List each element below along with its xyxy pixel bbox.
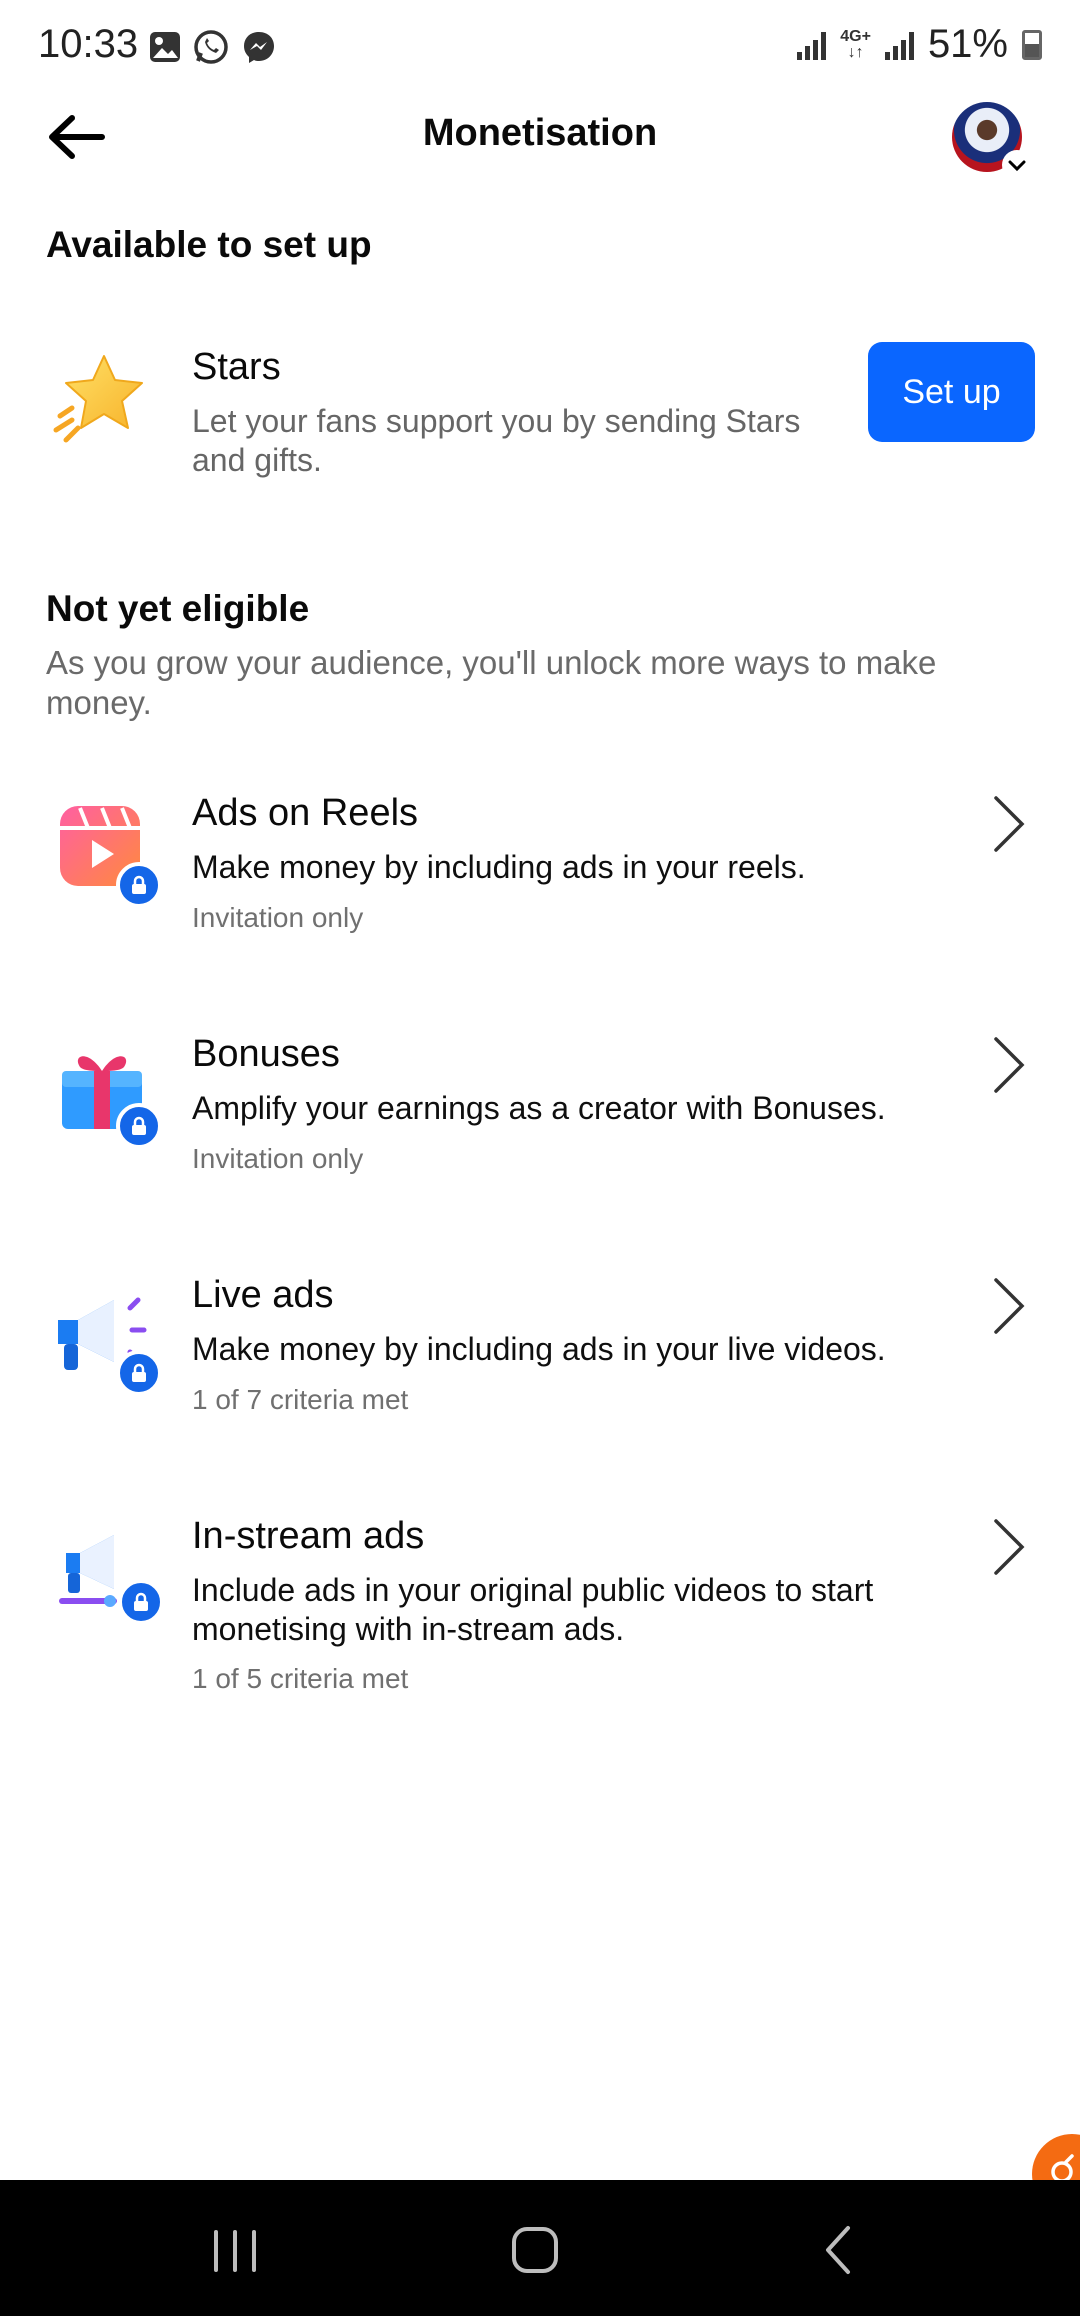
recents-icon xyxy=(214,2230,256,2272)
chevron-down-icon xyxy=(1002,150,1032,180)
lock-icon xyxy=(118,1579,164,1625)
in-stream-ads-meta: 1 of 5 criteria met xyxy=(192,1663,409,1694)
lock-icon xyxy=(116,1103,162,1149)
chevron-right-icon xyxy=(988,1517,1028,1577)
signal-icon-2 xyxy=(884,30,914,60)
live-ads-description: Make money by including ads in your live… xyxy=(192,1331,886,1367)
notification-icons xyxy=(148,28,278,66)
account-switcher[interactable] xyxy=(952,102,1032,180)
system-navigation-bar xyxy=(0,2180,1080,2316)
star-icon xyxy=(52,350,148,446)
list-item-in-stream-ads[interactable]: In-stream ads Include ads in your origin… xyxy=(0,1493,1080,1733)
whatsapp-icon xyxy=(194,30,228,64)
battery-icon xyxy=(1022,29,1042,60)
gallery-icon xyxy=(150,32,180,62)
chevron-right-icon xyxy=(988,1035,1028,1095)
bonuses-title: Bonuses xyxy=(192,1033,340,1075)
gift-icon xyxy=(58,1041,162,1149)
instream-megaphone-icon xyxy=(58,1527,164,1625)
chevron-right-icon xyxy=(988,794,1028,854)
status-right: 4G+ ↓↑ 51% xyxy=(797,22,1042,67)
in-stream-ads-description: Include ads in your original public vide… xyxy=(192,1572,874,1647)
ads-on-reels-title: Ads on Reels xyxy=(192,792,419,834)
messenger-icon xyxy=(244,32,274,63)
not-eligible-heading: Not yet eligible xyxy=(46,588,310,629)
recent-apps-button[interactable] xyxy=(200,2220,270,2280)
in-stream-ads-title: In-stream ads xyxy=(192,1515,425,1557)
battery-percent: 51% xyxy=(927,22,1008,66)
lock-icon xyxy=(116,862,162,908)
signal-icon xyxy=(797,30,827,60)
status-time: 10:33 xyxy=(38,22,139,66)
chevron-right-icon xyxy=(988,1276,1028,1336)
stars-setup-button[interactable]: Set up xyxy=(868,342,1035,442)
not-eligible-description: As you grow your audience, you'll unlock… xyxy=(46,644,937,721)
network-type: 4G+ ↓↑ xyxy=(840,27,871,61)
home-button[interactable] xyxy=(500,2220,570,2280)
lock-icon xyxy=(116,1350,162,1396)
back-icon xyxy=(826,2226,850,2274)
page-title: Monetisation xyxy=(422,112,658,154)
bonuses-meta: Invitation only xyxy=(192,1143,364,1174)
bonuses-description: Amplify your earnings as a creator with … xyxy=(192,1090,886,1126)
stars-title: Stars xyxy=(192,346,281,388)
megaphone-icon xyxy=(52,1286,162,1396)
back-nav-button[interactable] xyxy=(806,2220,876,2280)
home-icon xyxy=(512,2227,558,2273)
live-ads-meta: 1 of 7 criteria met xyxy=(192,1384,409,1415)
ads-on-reels-description: Make money by including ads in your reel… xyxy=(192,849,806,885)
list-item-live-ads[interactable]: Live ads Make money by including ads in … xyxy=(0,1252,1080,1452)
network-label: 4G+ xyxy=(840,27,871,45)
ads-on-reels-meta: Invitation only xyxy=(192,902,364,933)
stars-description: Let your fans support you by sending Sta… xyxy=(192,403,801,478)
list-item-ads-on-reels[interactable]: Ads on Reels Make money by including ads… xyxy=(0,770,1080,970)
available-heading: Available to set up xyxy=(46,224,372,265)
list-item-bonuses[interactable]: Bonuses Amplify your earnings as a creat… xyxy=(0,1011,1080,1211)
live-ads-title: Live ads xyxy=(192,1274,334,1316)
reels-icon xyxy=(58,804,162,908)
